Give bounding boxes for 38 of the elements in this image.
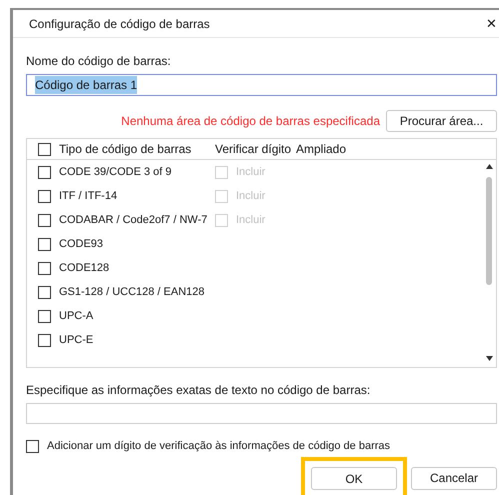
column-header: Verificar dígito [215, 141, 292, 158]
browse-area-button[interactable]: Procurar área... [386, 110, 497, 132]
scroll-down-icon[interactable] [486, 356, 493, 361]
barcode-type-label: UPC-A [59, 308, 94, 324]
checkbox[interactable] [38, 238, 51, 250]
ok-button[interactable]: OK [311, 467, 397, 490]
checkbox[interactable] [26, 440, 39, 453]
window-title: Configuração de código de barras [29, 16, 210, 32]
checkbox[interactable] [38, 166, 51, 178]
barcode-type-label: CODE128 [59, 260, 110, 276]
checkbox-label: Adicionar um dígito de verificação às informações de código de barras [47, 439, 390, 454]
barcode-type-label: CODE93 [59, 236, 104, 252]
checkbox[interactable] [38, 310, 51, 322]
option-label: Incluir [236, 164, 266, 180]
field-label: Nome do código de barras: [26, 53, 172, 70]
option-label: Incluir [236, 212, 266, 228]
scrollbar-thumb[interactable] [486, 177, 492, 285]
checkbox[interactable] [38, 286, 51, 298]
checkbox[interactable] [38, 190, 51, 202]
barcode-type-label: UPC-E [59, 332, 94, 348]
checkbox[interactable] [38, 142, 51, 156]
warning-message: Nenhuma área de código de barras especificada [121, 113, 380, 130]
cancel-button[interactable]: Cancelar [411, 466, 497, 490]
column-header: Ampliado [296, 141, 346, 158]
barcode-type-label: GS1-128 / UCC128 / EAN128 [59, 284, 206, 300]
name-input-field[interactable]: Código de barras 1 [26, 74, 497, 96]
scroll-up-icon[interactable] [486, 164, 493, 169]
close-button[interactable]: ✕ [486, 17, 497, 30]
field-label: Especifique as informações exatas de texto no código de barras: [26, 382, 372, 399]
checkbox[interactable] [38, 214, 51, 226]
barcode-type-label: CODABAR / Code2of7 / NW-7 [59, 212, 208, 228]
checkbox[interactable] [38, 334, 51, 346]
option-label: Incluir [236, 188, 266, 204]
barcode-text-input-field[interactable] [26, 403, 497, 424]
barcode-type-label: CODE 39/CODE 3 of 9 [59, 164, 172, 180]
column-header: Tipo de código de barras [59, 141, 192, 158]
checkbox[interactable] [38, 262, 51, 274]
barcode-type-label: ITF / ITF-14 [59, 188, 118, 204]
